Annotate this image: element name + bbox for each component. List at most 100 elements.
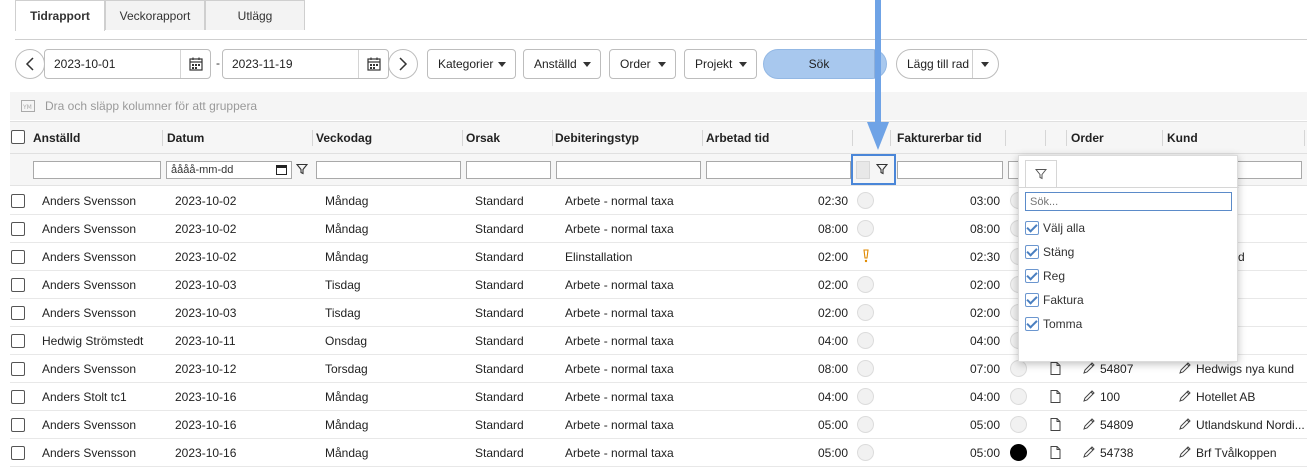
file-icon[interactable] bbox=[1050, 446, 1061, 462]
filter-fakturerbar-tid-input[interactable] bbox=[897, 161, 1003, 179]
cell-customer[interactable]: Utlandskund Nordi... bbox=[1196, 411, 1305, 438]
status-circle[interactable] bbox=[857, 388, 874, 405]
file-icon[interactable] bbox=[1050, 362, 1061, 378]
checkbox-checked[interactable] bbox=[1025, 269, 1039, 283]
tab-utlagg[interactable]: Utlägg bbox=[205, 0, 305, 30]
add-row-button[interactable]: Lägg till rad bbox=[896, 49, 999, 79]
status-circle[interactable] bbox=[857, 416, 874, 433]
select-all-checkbox[interactable] bbox=[11, 130, 25, 144]
edit-order-icon[interactable] bbox=[1082, 445, 1096, 462]
checkbox-checked[interactable] bbox=[1025, 293, 1039, 307]
row-checkbox[interactable] bbox=[11, 250, 25, 264]
checkbox-checked[interactable] bbox=[1025, 317, 1039, 331]
row-checkbox[interactable] bbox=[11, 194, 25, 208]
row-checkbox[interactable] bbox=[11, 222, 25, 236]
status-circle[interactable] bbox=[1010, 416, 1027, 433]
column-header-orsak[interactable]: Orsak bbox=[466, 122, 500, 153]
filter-orsak-input[interactable] bbox=[466, 161, 551, 179]
row-checkbox[interactable] bbox=[11, 306, 25, 320]
popup-search-input[interactable] bbox=[1025, 192, 1232, 211]
kategorier-dropdown[interactable]: Kategorier bbox=[427, 49, 516, 79]
status-circle[interactable] bbox=[857, 332, 874, 349]
file-icon[interactable] bbox=[1050, 390, 1061, 406]
cell-customer[interactable]: Hotellet AB bbox=[1196, 383, 1255, 410]
popup-option-faktura[interactable]: Faktura bbox=[1025, 290, 1084, 310]
popup-option-tomma[interactable]: Tomma bbox=[1025, 314, 1082, 334]
filter-icon[interactable] bbox=[295, 163, 309, 178]
calendar-icon[interactable] bbox=[180, 50, 210, 78]
status-circle[interactable] bbox=[857, 220, 874, 237]
checkbox-checked[interactable] bbox=[1025, 245, 1039, 259]
date-from-field[interactable]: 2023-10-01 bbox=[44, 49, 211, 79]
anstalld-dropdown[interactable]: Anställd bbox=[523, 49, 601, 79]
column-header-debiteringstyp[interactable]: Debiteringstyp bbox=[555, 122, 639, 153]
projekt-dropdown[interactable]: Projekt bbox=[684, 49, 757, 79]
date-to-field[interactable]: 2023-11-19 bbox=[222, 49, 389, 79]
edit-order-icon[interactable] bbox=[1082, 361, 1096, 378]
row-checkbox[interactable] bbox=[11, 390, 25, 404]
edit-order-icon[interactable] bbox=[1082, 417, 1096, 434]
table-row[interactable]: Anders Svensson 2023-10-16 Måndag Standard A… bbox=[10, 411, 1307, 439]
filter-arbetad-tid-input[interactable] bbox=[706, 161, 851, 179]
status-circle[interactable] bbox=[1010, 444, 1027, 461]
status-circle[interactable] bbox=[1010, 388, 1027, 405]
filter-tab[interactable] bbox=[1025, 160, 1057, 187]
column-header-anstalld[interactable]: Anställd bbox=[33, 122, 80, 153]
column-header-datum[interactable]: Datum bbox=[167, 122, 204, 153]
order-dropdown[interactable]: Order bbox=[609, 49, 676, 79]
edit-customer-icon[interactable] bbox=[1178, 389, 1192, 406]
status-circle[interactable] bbox=[857, 360, 874, 377]
row-checkbox[interactable] bbox=[11, 362, 25, 376]
cell-billable-time: 03:00 bbox=[969, 193, 1000, 208]
table-row[interactable]: Anders Svensson 2023-10-16 Måndag Standard A… bbox=[10, 439, 1307, 467]
cell-billing-type: Arbete - normal taxa bbox=[565, 193, 674, 208]
next-period-button[interactable] bbox=[388, 49, 418, 79]
cell-order[interactable]: 54738 bbox=[1100, 439, 1133, 466]
table-row[interactable]: Anders Stolt tc1 2023-10-16 Måndag Standard… bbox=[10, 383, 1307, 411]
edit-customer-icon[interactable] bbox=[1178, 417, 1192, 434]
grid-header: Anställd Datum Veckodag Orsak Debitering… bbox=[10, 121, 1307, 154]
cell-date: 2023-10-03 bbox=[175, 305, 237, 320]
popup-option-valj-alla[interactable]: Välj alla bbox=[1025, 218, 1085, 238]
filter-datum-input[interactable] bbox=[166, 161, 292, 179]
prev-period-button[interactable] bbox=[15, 49, 45, 79]
row-checkbox[interactable] bbox=[11, 278, 25, 292]
edit-customer-icon[interactable] bbox=[1178, 361, 1192, 378]
column-header-order[interactable]: Order bbox=[1071, 122, 1104, 153]
row-checkbox[interactable] bbox=[11, 334, 25, 348]
cell-worked-time: 02:30 bbox=[817, 193, 848, 208]
cell-order[interactable]: 54809 bbox=[1100, 411, 1133, 438]
column-header-kund[interactable]: Kund bbox=[1167, 122, 1198, 153]
warning-icon[interactable] bbox=[862, 249, 870, 266]
status-circle[interactable] bbox=[1010, 360, 1027, 377]
status-circle[interactable] bbox=[857, 192, 874, 209]
caret-down-icon[interactable] bbox=[981, 62, 989, 67]
calendar-icon[interactable] bbox=[276, 164, 287, 178]
popup-option-reg[interactable]: Reg bbox=[1025, 266, 1065, 286]
cell-customer[interactable]: Brf Tvålkoppen bbox=[1196, 439, 1277, 466]
status-filter-popup: Välj alla Stäng Reg Faktura Tomma bbox=[1018, 155, 1239, 362]
tab-tidrapport[interactable]: Tidrapport bbox=[15, 0, 105, 31]
cell-order[interactable]: 100 bbox=[1100, 383, 1120, 410]
group-drop-area[interactable]: YM Dra och släpp kolumner för att gruppe… bbox=[10, 92, 1307, 120]
filter-debiteringstyp-input[interactable] bbox=[556, 161, 701, 179]
file-icon[interactable] bbox=[1050, 418, 1061, 434]
row-checkbox[interactable] bbox=[11, 446, 25, 460]
status-circle[interactable] bbox=[857, 444, 874, 461]
tab-veckorapport[interactable]: Veckorapport bbox=[105, 0, 205, 30]
cell-employee: Anders Svensson bbox=[42, 221, 137, 236]
popup-option-stang[interactable]: Stäng bbox=[1025, 242, 1074, 262]
filter-icon[interactable] bbox=[875, 163, 889, 178]
column-header-arbetad-tid[interactable]: Arbetad tid bbox=[706, 122, 769, 153]
filter-veckodag-input[interactable] bbox=[316, 161, 461, 179]
column-header-veckodag[interactable]: Veckodag bbox=[316, 122, 372, 153]
checkbox-checked[interactable] bbox=[1025, 221, 1039, 235]
calendar-icon[interactable] bbox=[358, 50, 388, 78]
column-header-fakturerbar-tid[interactable]: Fakturerbar tid bbox=[897, 122, 982, 153]
row-checkbox[interactable] bbox=[11, 418, 25, 432]
status-circle[interactable] bbox=[857, 304, 874, 321]
edit-customer-icon[interactable] bbox=[1178, 445, 1192, 462]
edit-order-icon[interactable] bbox=[1082, 389, 1096, 406]
status-circle[interactable] bbox=[857, 276, 874, 293]
filter-anstalld-input[interactable] bbox=[33, 161, 161, 179]
